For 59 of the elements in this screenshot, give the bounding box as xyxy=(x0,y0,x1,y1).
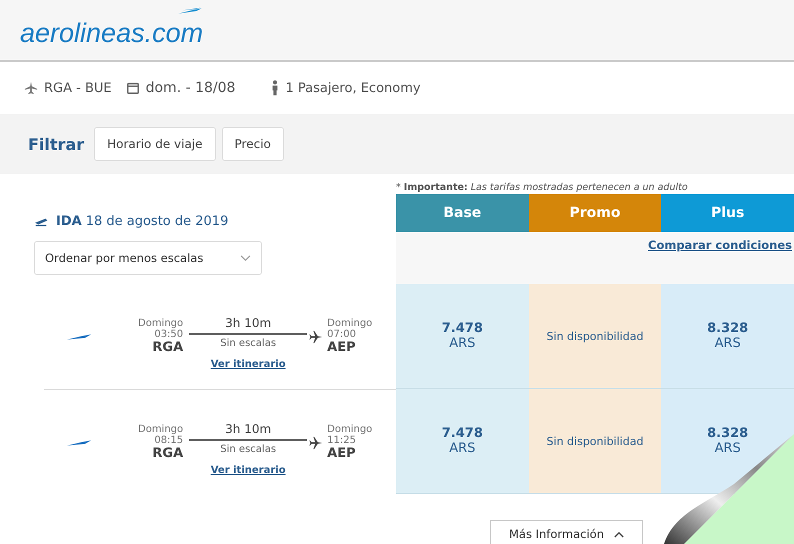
itinerary-link[interactable]: Ver itinerario xyxy=(210,358,286,370)
filter-button[interactable]: Horario de viaje xyxy=(94,127,216,161)
fare-currency: ARS xyxy=(449,441,476,456)
fare-amount: 8.328 xyxy=(707,321,748,336)
swoosh-icon xyxy=(177,6,204,16)
airplane-icon xyxy=(24,81,38,95)
fare-amount: 8.328 xyxy=(707,426,748,441)
calendar-icon xyxy=(126,81,140,95)
compare-conditions-link[interactable]: Comparar condiciones xyxy=(648,238,792,252)
fare-cell[interactable]: 7.478 ARS xyxy=(396,389,529,493)
passengers-text: 1 Pasajero, Economy xyxy=(285,80,421,96)
fare-cell[interactable]: Sin disponibilidad xyxy=(528,284,662,388)
arrival-airport: AEP xyxy=(327,446,356,461)
stops-text: Sin escalas xyxy=(220,444,276,454)
departure-airport: RGA xyxy=(152,340,184,355)
departure-airport: RGA xyxy=(152,446,184,461)
airplane-icon xyxy=(309,330,324,344)
logo[interactable]: aerolineas.com xyxy=(20,12,204,48)
route-text: RGA - BUE xyxy=(44,80,112,96)
fare-currency: ARS xyxy=(714,336,741,351)
departure-day: Domingo xyxy=(138,424,184,435)
arrival-time: 11:25 xyxy=(327,435,356,446)
person-icon xyxy=(271,79,280,97)
airplane-icon xyxy=(309,436,324,450)
fare-currency: ARS xyxy=(449,336,476,351)
sort-dropdown[interactable]: Ordenar por menos escalas xyxy=(34,241,262,275)
fare-cell[interactable]: 7.478 ARS xyxy=(396,284,529,388)
stops-text: Sin escalas xyxy=(220,338,276,348)
filter-label: Filtrar xyxy=(28,134,84,154)
fare-cell[interactable]: Sin disponibilidad xyxy=(528,389,662,493)
fare-currency: ARS xyxy=(714,441,741,456)
departure-time: 03:50 xyxy=(154,329,184,340)
fare-column-header: Promo xyxy=(528,194,662,232)
airline-logo-icon xyxy=(66,438,92,446)
fare-column-header: Base xyxy=(396,194,529,232)
chevron-down-icon xyxy=(240,254,251,262)
arrival-day: Domingo xyxy=(327,318,372,329)
fare-note: *Importante: Las tarifas mostradas pertenecen a un adulto xyxy=(396,181,689,194)
date-text: dom. - 18/08 xyxy=(146,80,236,96)
arrival-day: Domingo xyxy=(327,424,372,435)
chevron-up-icon xyxy=(614,530,624,538)
departure-time: 08:15 xyxy=(154,435,184,446)
fare-amount: 7.478 xyxy=(442,426,483,441)
arrival-airport: AEP xyxy=(327,340,356,355)
filter-button[interactable]: Precio xyxy=(222,127,284,161)
unavailable-text: Sin disponibilidad xyxy=(546,434,644,448)
airline-logo-icon xyxy=(66,332,92,340)
fare-amount: 7.478 xyxy=(442,321,483,336)
duration-text: 3h 10m xyxy=(225,316,272,330)
fare-column-header: Plus xyxy=(661,194,794,232)
fare-cell[interactable]: 8.328 ARS xyxy=(661,284,794,388)
duration-text: 3h 10m xyxy=(225,422,272,436)
unavailable-text: Sin disponibilidad xyxy=(546,330,644,342)
outbound-label: IDA xyxy=(56,214,82,229)
itinerary-link[interactable]: Ver itinerario xyxy=(210,464,286,476)
departure-day: Domingo xyxy=(138,318,184,329)
arrival-time: 07:00 xyxy=(327,329,356,340)
outbound-date: 18 de agosto de 2019 xyxy=(86,214,228,229)
more-info-button[interactable]: Más Información xyxy=(490,520,643,544)
